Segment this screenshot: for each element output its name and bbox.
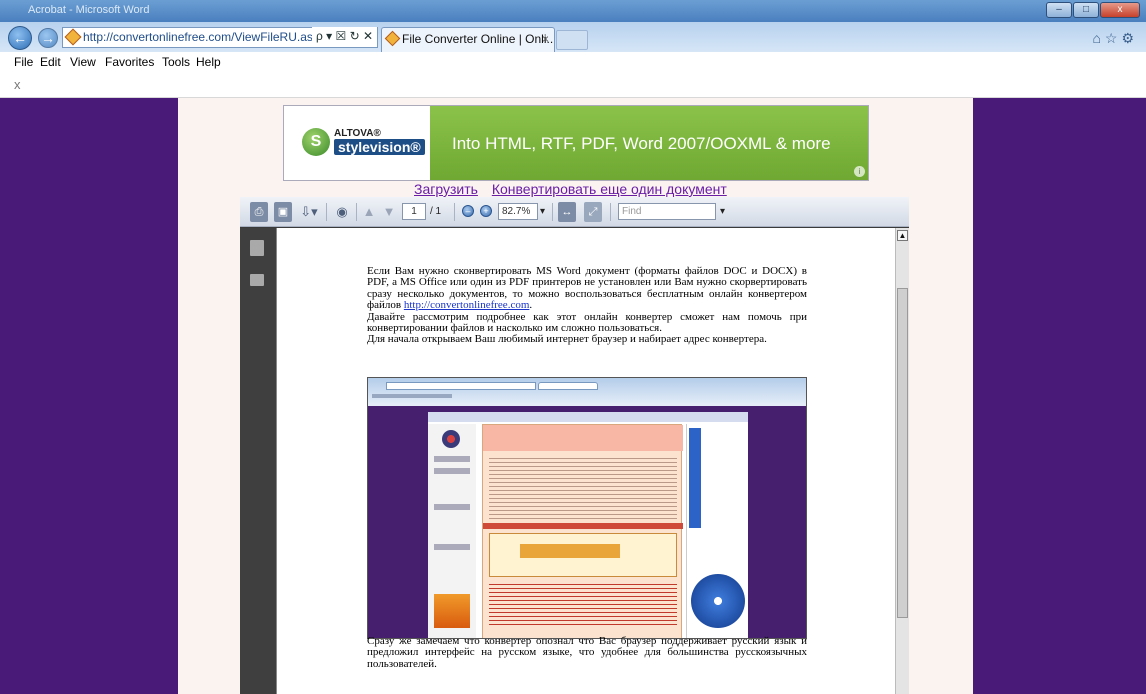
menu-tools[interactable]: Tools — [162, 55, 190, 69]
upload-link[interactable]: Загрузить — [414, 181, 478, 197]
separator — [552, 203, 553, 221]
pdf-document-page: Если Вам нужно сконвертировать MS Word д… — [276, 228, 895, 694]
page-total: / 1 — [430, 206, 442, 217]
brand-name: ALTOVA® — [334, 128, 381, 139]
screenshot-right-ad — [686, 424, 748, 638]
globe-icon[interactable]: ◉ — [332, 202, 352, 222]
window-titlebar: Acrobat - Microsoft Word – □ x — [0, 0, 1146, 22]
tab-favicon-icon — [384, 30, 401, 47]
vertical-scrollbar[interactable]: ▲ — [895, 228, 909, 694]
action-links: Загрузить Конвертировать еще один докуме… — [414, 181, 727, 197]
export-icon[interactable]: ⇩▾ — [298, 202, 320, 222]
screenshot-download-button — [434, 594, 470, 628]
document-intro: Если Вам нужно сконвертировать MS Word д… — [367, 265, 807, 346]
screenshot-ad-line — [434, 456, 470, 462]
screenshot-tabs — [483, 523, 683, 529]
fit-page-icon[interactable]: ⤢ — [584, 202, 602, 222]
pdf-viewer: ⎙ ▣ ⇩▾ ◉ ▲ ▼ 1 / 1 – + 82.7% ▾ ↔ ⤢ Find … — [240, 197, 909, 694]
find-dropdown-icon[interactable]: ▾ — [720, 203, 725, 220]
separator — [326, 203, 327, 221]
find-input[interactable]: Find — [618, 203, 716, 220]
ad-banner[interactable]: S ALTOVA® stylevision® Into HTML, RTF, P… — [283, 105, 869, 181]
site-favicon-icon — [64, 28, 82, 46]
paragraph-4: Сразу же замечаем что конвертер опознал … — [367, 635, 807, 670]
screenshot-notes — [489, 581, 677, 625]
screenshot-browser-bar — [368, 378, 806, 406]
tab-title: File Converter Online | Onli... — [402, 32, 555, 46]
banner-logo: S ALTOVA® stylevision® — [284, 106, 430, 180]
separator — [356, 203, 357, 221]
paragraph-1-end: . — [529, 299, 533, 312]
maximize-button[interactable]: □ — [1073, 2, 1099, 18]
screenshot-left-ads — [428, 424, 476, 638]
next-page-icon[interactable]: ▼ — [380, 202, 398, 222]
zoom-in-icon[interactable]: + — [480, 205, 492, 217]
pdf-toolbar: ⎙ ▣ ⇩▾ ◉ ▲ ▼ 1 / 1 – + 82.7% ▾ ↔ ⤢ Find … — [240, 197, 909, 227]
tab-close-icon[interactable]: × — [542, 28, 549, 50]
screenshot-text-lines — [489, 455, 677, 519]
window-controls: – □ x — [1046, 2, 1140, 18]
paragraph-2: Давайте рассмотрим подробнее как этот он… — [367, 310, 807, 335]
screenshot-tab — [538, 382, 598, 390]
tab-file-converter[interactable]: File Converter Online | Onli... × — [381, 27, 555, 52]
address-tools[interactable]: ρ ▾ ☒ ↻ ✕ — [312, 27, 378, 46]
screenshot-top-strip — [428, 412, 748, 422]
pdf-sidebar — [240, 228, 276, 694]
menu-edit[interactable]: Edit — [40, 55, 61, 69]
close-bar-icon[interactable]: x — [14, 77, 21, 92]
back-button[interactable]: ← — [8, 26, 32, 50]
prev-page-icon[interactable]: ▲ — [360, 202, 378, 222]
convert-another-link[interactable]: Конвертировать еще один документ — [492, 181, 727, 197]
zoom-dropdown-icon[interactable]: ▾ — [540, 203, 545, 220]
menu-favorites[interactable]: Favorites — [105, 55, 154, 69]
window-title: Acrobat - Microsoft Word — [28, 4, 150, 16]
screenshot-address — [386, 382, 536, 390]
separator — [610, 203, 611, 221]
embedded-screenshot — [367, 377, 807, 639]
screenshot-menu — [372, 394, 452, 398]
screenshot-vertical-banner — [689, 428, 701, 528]
altova-logo-icon: S — [302, 128, 330, 156]
zoom-out-icon[interactable]: – — [462, 205, 474, 217]
screenshot-upload-box — [489, 533, 677, 577]
fit-width-icon[interactable]: ↔ — [558, 202, 576, 222]
separator — [454, 203, 455, 221]
new-tab-button[interactable] — [556, 30, 588, 50]
pages-panel-icon[interactable] — [250, 240, 264, 256]
page-number-input[interactable]: 1 — [402, 203, 426, 220]
screenshot-ad-line — [434, 504, 470, 510]
notification-bar: x — [0, 72, 1146, 98]
forward-button[interactable]: → — [38, 28, 58, 48]
menu-help[interactable]: Help — [196, 55, 221, 69]
screenshot-ad-line — [434, 468, 470, 474]
minimize-button[interactable]: – — [1046, 2, 1072, 18]
print-icon[interactable]: ⎙ — [250, 202, 268, 222]
navigation-bar: ← → http://convertonlinefree.com/ViewFil… — [0, 22, 1146, 52]
screenshot-cd-image — [691, 574, 745, 628]
save-icon[interactable]: ▣ — [274, 202, 292, 222]
product-name: stylevision® — [334, 139, 425, 155]
scroll-up-icon[interactable]: ▲ — [897, 230, 908, 241]
screenshot-main-content — [482, 424, 683, 638]
scroll-thumb[interactable] — [897, 288, 908, 618]
menu-file[interactable]: File — [14, 55, 33, 69]
zoom-select[interactable]: 82.7% — [498, 203, 538, 220]
converter-link[interactable]: http://convertonlinefree.com — [404, 299, 530, 311]
menu-view[interactable]: View — [70, 55, 96, 69]
screenshot-promo — [520, 544, 620, 558]
screenshot-header — [483, 425, 683, 451]
screenshot-logo-icon — [442, 430, 460, 448]
paragraph-3: Для начала открываем Ваш любимый интерне… — [367, 333, 767, 346]
banner-tagline-area: Into HTML, RTF, PDF, Word 2007/OOXML & m… — [430, 106, 868, 180]
ad-info-icon[interactable]: i — [854, 166, 865, 177]
menu-bar: File Edit View Favorites Tools Help — [0, 52, 1146, 72]
attachments-panel-icon[interactable] — [250, 274, 264, 286]
close-window-button[interactable]: x — [1100, 2, 1140, 18]
screenshot-ad-line — [434, 544, 470, 550]
home-favorites-tools-icons[interactable]: ⌂☆⚙ — [1092, 30, 1138, 47]
banner-tagline: Into HTML, RTF, PDF, Word 2007/OOXML & m… — [452, 134, 831, 153]
screenshot-page — [428, 412, 748, 638]
page-content: S ALTOVA® stylevision® Into HTML, RTF, P… — [178, 98, 973, 694]
